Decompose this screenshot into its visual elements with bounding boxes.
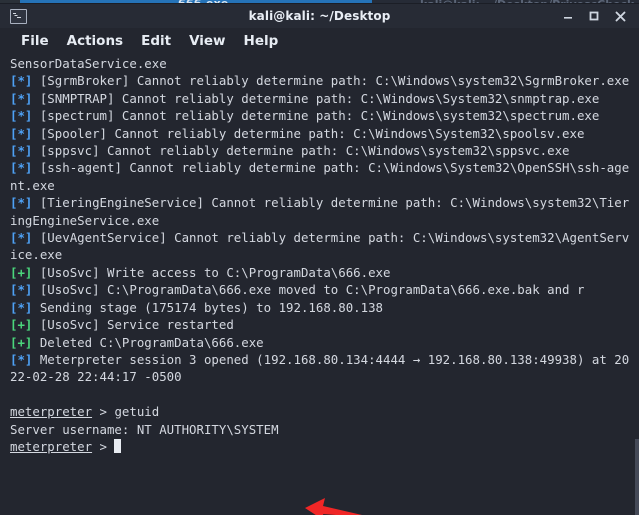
terminal-window: kali@kali: ~/Desktop File Actions Edit V…: [0, 4, 639, 515]
red-arrow-annotation: [305, 497, 375, 515]
status-tag-info: [*]: [10, 160, 33, 176]
terminal-line: [*] [sppsvc] Cannot reliably determine p…: [10, 143, 570, 159]
terminal-line: [*] [spectrum] Cannot reliably determine…: [10, 108, 600, 124]
status-tag-info: [*]: [10, 108, 33, 124]
status-tag-info: [*]: [10, 282, 33, 298]
terminal-line: SensorDataService.exe: [10, 56, 167, 71]
terminal-text: SensorDataService.exe [*] [SgrmBroker] Ca…: [10, 55, 631, 455]
status-tag-info: [*]: [10, 351, 33, 367]
terminal-scrollbar-thumb[interactable]: [635, 439, 639, 515]
menu-item-actions[interactable]: Actions: [58, 31, 132, 51]
status-tag-info: [*]: [10, 230, 33, 246]
menu-item-view[interactable]: View: [180, 31, 234, 51]
terminal-line: [*] [SNMPTRAP] Cannot reliably determine…: [10, 90, 600, 106]
menu-bar: File Actions Edit View Help: [0, 28, 639, 54]
status-tag-info: [*]: [10, 299, 33, 315]
menu-item-help[interactable]: Help: [235, 31, 288, 51]
terminal-command-line: meterpreter > getuid: [10, 403, 631, 420]
terminal-output-area[interactable]: SensorDataService.exe [*] [SgrmBroker] Ca…: [0, 54, 639, 515]
status-tag-info: [*]: [10, 90, 33, 106]
terminal-line: [*] [SgrmBroker] Cannot reliably determi…: [10, 73, 630, 89]
status-tag-info: [*]: [10, 143, 33, 159]
status-tag-info: [*]: [10, 125, 33, 141]
status-tag-success: [+]: [10, 334, 33, 350]
menu-item-file[interactable]: File: [12, 31, 58, 51]
prompt-symbol: >: [99, 438, 107, 454]
terminal-line: [*] [Spooler] Cannot reliably determine …: [10, 125, 585, 141]
text-cursor: [114, 438, 122, 453]
status-tag-success: [+]: [10, 317, 33, 333]
command-output: Server username: NT AUTHORITY\SYSTEM: [10, 421, 279, 437]
active-prompt-line[interactable]: meterpreter >: [10, 438, 631, 455]
terminal-line: [*] [TieringEngineService] Cannot reliab…: [10, 195, 630, 228]
terminal-scrollbar[interactable]: [635, 54, 639, 515]
prompt-label: meterpreter: [10, 404, 93, 420]
maximize-icon[interactable]: [581, 4, 607, 28]
prompt-symbol: >: [99, 404, 107, 420]
terminal-line: [*] [UevAgentService] Cannot reliably de…: [10, 230, 630, 263]
terminal-line: [+] Deleted C:\ProgramData\666.exe: [10, 334, 264, 350]
terminal-line: [*] Sending stage (175174 bytes) to 192.…: [10, 299, 384, 315]
terminal-line: [*] Meterpreter session 3 opened (192.16…: [10, 351, 630, 385]
terminal-line: [*] [UsoSvc] C:\ProgramData\666.exe move…: [10, 282, 585, 298]
status-tag-info: [*]: [10, 195, 33, 211]
entered-command: getuid: [114, 404, 160, 420]
menu-item-edit[interactable]: Edit: [132, 31, 180, 51]
terminal-line: [+] [UsoSvc] Write access to C:\ProgramD…: [10, 264, 391, 280]
title-bar[interactable]: kali@kali: ~/Desktop: [0, 4, 639, 28]
status-tag-success: [+]: [10, 264, 33, 280]
terminal-icon: [10, 8, 27, 24]
prompt-label: meterpreter: [10, 438, 93, 454]
window-controls: [555, 4, 639, 28]
minimize-icon[interactable]: [555, 4, 581, 28]
status-tag-info: [*]: [10, 73, 33, 89]
terminal-line: [*] [ssh-agent] Cannot reliably determin…: [10, 160, 630, 193]
window-title: kali@kali: ~/Desktop: [248, 9, 391, 23]
terminal-line: [+] [UsoSvc] Service restarted: [10, 317, 234, 333]
close-icon[interactable]: [607, 4, 633, 28]
